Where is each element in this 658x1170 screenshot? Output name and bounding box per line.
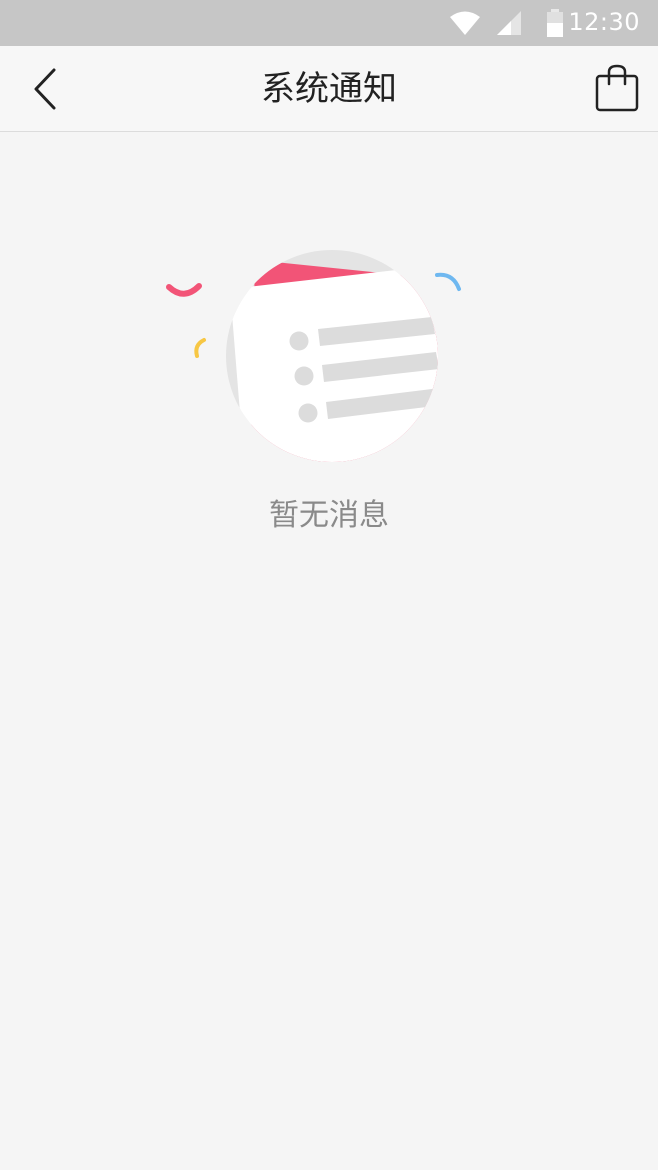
page-title: 系统通知 xyxy=(261,69,397,109)
wifi-icon xyxy=(450,11,480,35)
cellular-signal-icon xyxy=(497,11,521,35)
nav-bar: 系统通知 xyxy=(0,46,658,132)
back-button[interactable] xyxy=(18,62,72,116)
status-bar: 12:30 xyxy=(0,0,658,46)
shopping-bag-icon xyxy=(595,64,639,112)
empty-message-list-icon xyxy=(160,245,480,475)
chevron-left-icon xyxy=(34,68,56,110)
shopping-bag-button[interactable] xyxy=(590,60,644,118)
battery-icon xyxy=(547,9,563,37)
status-time: 12:30 xyxy=(568,8,640,36)
empty-state-message: 暂无消息 xyxy=(269,498,389,533)
